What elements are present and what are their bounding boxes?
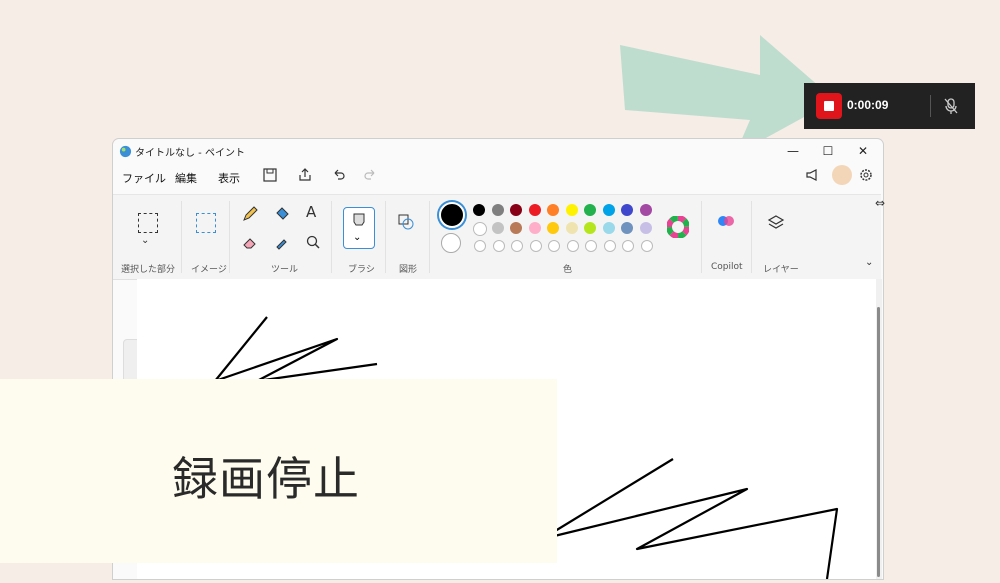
group-label-image: イメージ <box>191 265 227 275</box>
selection-icon[interactable] <box>138 213 158 233</box>
layers-icon[interactable] <box>767 214 785 232</box>
menu-edit[interactable]: 編集 <box>175 170 197 186</box>
avatar[interactable] <box>832 165 852 185</box>
eraser-icon[interactable] <box>241 233 259 251</box>
color-swatch[interactable] <box>510 204 522 216</box>
custom-color-slot[interactable] <box>548 240 560 252</box>
custom-color-slot[interactable] <box>511 240 523 252</box>
custom-color-slot[interactable] <box>529 240 542 252</box>
chevron-down-icon: ⌄ <box>353 232 362 243</box>
group-label-shapes: 図形 <box>399 265 418 275</box>
redo-icon[interactable] <box>362 167 378 183</box>
brush-button[interactable]: ⌄ <box>343 207 375 249</box>
group-divider <box>331 201 332 273</box>
share-icon[interactable] <box>297 167 313 183</box>
color-swatch[interactable] <box>565 204 578 216</box>
group-divider <box>701 201 702 273</box>
brush-icon <box>353 213 365 226</box>
maximize-button[interactable]: ☐ <box>813 141 843 161</box>
group-label-layers: レイヤー <box>763 265 799 275</box>
recording-timer: 0:00:09 <box>847 98 889 112</box>
fill-bucket-icon[interactable] <box>273 205 291 223</box>
group-divider <box>751 201 752 273</box>
minimize-button[interactable]: — <box>778 141 808 161</box>
save-icon[interactable] <box>262 167 278 183</box>
group-divider <box>229 201 230 273</box>
stop-recording-button[interactable] <box>816 93 842 119</box>
magnifier-icon[interactable] <box>304 233 322 251</box>
stop-icon <box>824 101 834 111</box>
group-label-copilot: Copilot <box>711 262 743 272</box>
color-picker-icon[interactable] <box>273 233 291 251</box>
custom-color-slot[interactable] <box>585 240 597 252</box>
color-swatch[interactable] <box>602 222 615 234</box>
resize-cursor-icon: ⇔ <box>875 196 886 210</box>
window-title: タイトルなし - ペイント <box>135 148 245 159</box>
menu-file[interactable]: ファイル <box>122 170 166 186</box>
color-wheel-icon[interactable] <box>667 216 689 238</box>
color-swatch[interactable] <box>602 204 615 216</box>
vertical-scrollbar[interactable] <box>876 279 882 579</box>
close-button[interactable]: ✕ <box>848 141 878 161</box>
color-swatch[interactable] <box>565 222 578 234</box>
custom-color-slot[interactable] <box>566 240 579 252</box>
color-swatch[interactable] <box>584 222 596 234</box>
group-divider <box>181 201 182 273</box>
primary-color[interactable] <box>439 202 465 228</box>
divider <box>930 95 931 117</box>
color-swatch[interactable] <box>528 204 541 216</box>
shapes-icon[interactable] <box>397 213 415 231</box>
secondary-color[interactable] <box>441 233 461 253</box>
custom-color-slot[interactable] <box>474 240 486 252</box>
group-label-brush: ブラシ <box>348 265 375 275</box>
color-swatch[interactable] <box>639 204 652 216</box>
group-divider <box>429 201 430 273</box>
color-swatch[interactable] <box>491 204 504 216</box>
text-tool-icon[interactable]: A <box>306 203 316 221</box>
color-swatch[interactable] <box>621 222 633 234</box>
mic-off-icon[interactable] <box>941 96 961 116</box>
color-swatch[interactable] <box>491 222 504 234</box>
group-divider <box>385 201 386 273</box>
image-icon[interactable] <box>196 213 216 233</box>
ribbon: ⌄ 選択した部分 イメージ A ツール ⌄ ブラシ 図形 色 Copilot レ… <box>113 194 881 280</box>
custom-color-slot[interactable] <box>603 240 616 252</box>
color-swatch[interactable] <box>547 222 559 234</box>
color-swatch[interactable] <box>528 222 541 234</box>
undo-icon[interactable] <box>331 167 347 183</box>
scrollbar-thumb[interactable] <box>877 307 880 577</box>
caption-text: 録画停止 <box>172 452 360 506</box>
recording-toolbar: 0:00:09 <box>804 83 975 129</box>
custom-color-slot[interactable] <box>492 240 505 252</box>
color-swatch[interactable] <box>547 204 559 216</box>
menu-view[interactable]: 表示 <box>218 170 240 186</box>
settings-gear-icon[interactable] <box>858 167 874 183</box>
ribbon-expand-chevron-icon[interactable]: ⌄ <box>865 257 873 268</box>
chevron-down-icon[interactable]: ⌄ <box>141 235 149 246</box>
custom-color-slot[interactable] <box>640 240 653 252</box>
color-swatch[interactable] <box>584 204 596 216</box>
copilot-icon[interactable] <box>717 212 735 230</box>
color-swatch[interactable] <box>473 204 485 216</box>
group-label-tools: ツール <box>271 265 299 275</box>
color-swatch[interactable] <box>621 204 633 216</box>
custom-color-slot[interactable] <box>622 240 634 252</box>
color-swatch[interactable] <box>510 222 522 234</box>
paint-app-icon <box>119 145 132 158</box>
feedback-icon[interactable] <box>805 167 821 183</box>
group-label-colors: 色 <box>563 265 573 275</box>
pencil-icon[interactable] <box>241 205 259 223</box>
group-label-selection: 選択した部分 <box>121 265 176 275</box>
color-swatch[interactable] <box>473 222 487 236</box>
color-swatch[interactable] <box>639 222 652 234</box>
